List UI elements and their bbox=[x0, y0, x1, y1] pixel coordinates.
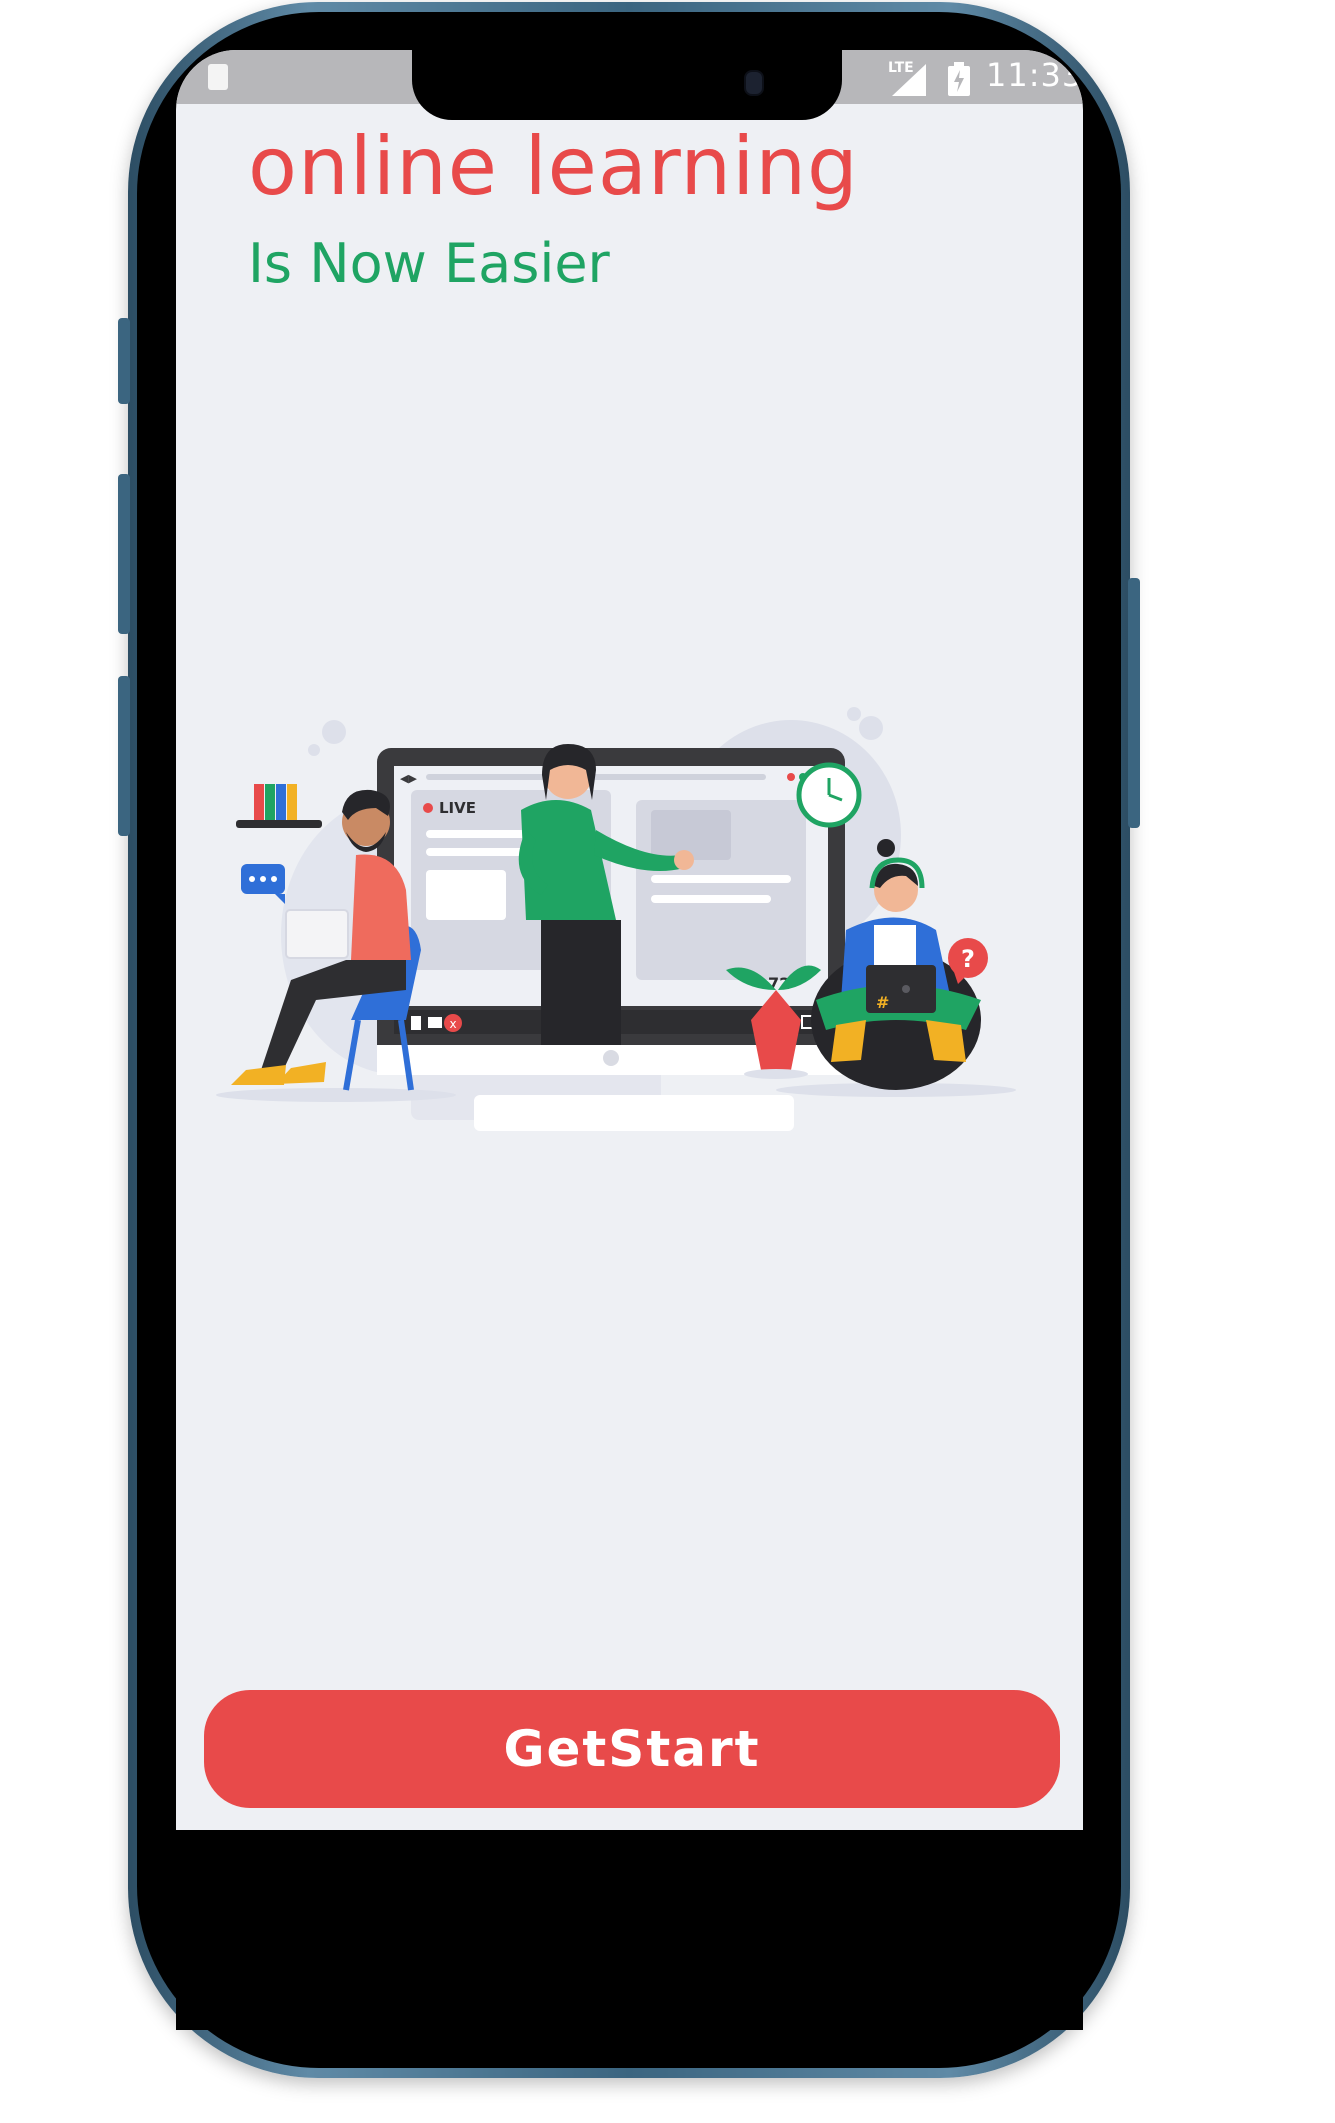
front-camera-icon bbox=[744, 70, 764, 96]
online-learning-illustration: x ◀▶ x LIVE 72 bbox=[216, 707, 1016, 1131]
get-start-button[interactable]: GetStart bbox=[204, 1690, 1060, 1808]
side-button bbox=[118, 318, 130, 404]
signal-icon bbox=[892, 64, 926, 96]
svg-text:◀▶: ◀▶ bbox=[400, 772, 417, 785]
sim-card-icon bbox=[208, 64, 228, 90]
live-badge: LIVE bbox=[439, 799, 476, 817]
battery-icon bbox=[948, 62, 970, 96]
side-button bbox=[118, 474, 130, 634]
status-time: 11:33 bbox=[986, 56, 1083, 94]
hash-badge: # bbox=[876, 993, 889, 1012]
svg-text:x: x bbox=[449, 1017, 456, 1031]
app-screen: LTE 11:33 online learning Is Now Easier … bbox=[176, 50, 1083, 1830]
question-badge: ? bbox=[961, 945, 975, 973]
phone-chin bbox=[176, 1830, 1083, 2030]
onboarding-subtitle: Is Now Easier bbox=[248, 232, 610, 295]
onboarding-title: online learning bbox=[248, 120, 859, 213]
notch bbox=[412, 50, 842, 120]
side-button bbox=[118, 676, 130, 836]
power-button bbox=[1128, 578, 1140, 828]
